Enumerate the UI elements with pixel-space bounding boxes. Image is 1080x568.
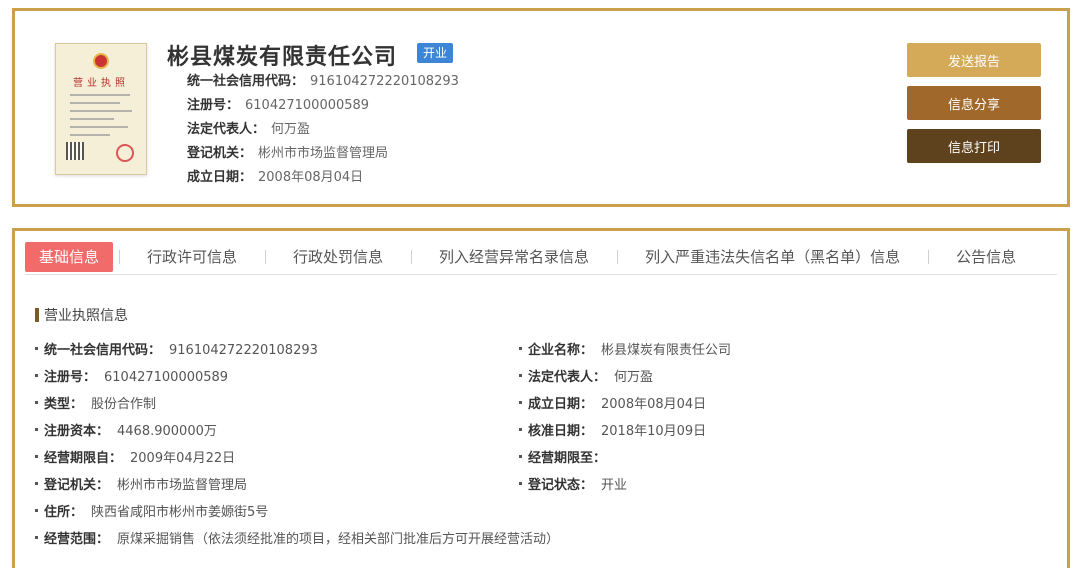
summary-legal-rep: 法定代表人： 何万盈 (187, 122, 311, 137)
tab-blacklist[interactable]: 列入严重违法失信名单（黑名单）信息 (617, 242, 928, 272)
field-period-from: 经营期限自： 2009年04月22日 (35, 450, 235, 468)
field-type: 类型： 股份合作制 (35, 396, 156, 414)
field-reg-status: 登记状态： 开业 (519, 477, 627, 495)
field-capital: 注册资本： 4468.900000万 (35, 423, 217, 441)
official-seal-icon (116, 144, 134, 162)
qr-code-icon (66, 142, 84, 160)
summary-reg-no: 注册号： 610427100000589 (187, 98, 370, 113)
field-legal-rep: 法定代表人： 何万盈 (519, 369, 653, 387)
field-reg-no: 注册号： 610427100000589 (35, 369, 228, 387)
tab-basic-info[interactable]: 基础信息 (25, 241, 114, 272)
national-emblem-icon (93, 53, 109, 69)
business-license-image[interactable]: 营业执照 (55, 43, 147, 175)
company-name: 彬县煤炭有限责任公司 (167, 45, 398, 70)
tab-announcements[interactable]: 公告信息 (928, 242, 1044, 272)
field-scope: 经营范围： 原煤采掘销售（依法须经批准的项目，经相关部门批准后方可开展经营活动） (35, 531, 559, 549)
field-period-to: 经营期限至： (519, 450, 614, 468)
detail-panel: 基础信息 行政许可信息 行政处罚信息 列入经营异常名录信息 列入严重违法失信名单… (12, 228, 1070, 568)
tab-admin-license[interactable]: 行政许可信息 (119, 242, 265, 272)
field-founded: 成立日期： 2008年08月04日 (519, 396, 706, 414)
license-image-title: 营业执照 (73, 78, 129, 89)
field-authority: 登记机关： 彬州市市场监督管理局 (35, 477, 247, 495)
share-info-button[interactable]: 信息分享 (907, 86, 1041, 120)
field-approved: 核准日期： 2018年10月09日 (519, 423, 706, 441)
summary-founded: 成立日期： 2008年08月04日 (187, 170, 364, 185)
section-title: 营业执照信息 (35, 305, 128, 325)
print-info-button[interactable]: 信息打印 (907, 129, 1041, 163)
field-address: 住所： 陕西省咸阳市彬州市姜嫄街5号 (35, 504, 268, 522)
tab-admin-penalty[interactable]: 行政处罚信息 (265, 242, 411, 272)
field-company-name: 企业名称： 彬县煤炭有限责任公司 (519, 342, 731, 360)
tab-abnormal-list[interactable]: 列入经营异常名录信息 (411, 242, 617, 272)
send-report-button[interactable]: 发送报告 (907, 43, 1041, 77)
summary-authority: 登记机关： 彬州市市场监督管理局 (187, 146, 389, 161)
section-marker (35, 308, 39, 322)
summary-credit-code: 统一社会信用代码： 916104272220108293 (187, 74, 459, 89)
company-header-card: 营业执照 彬县煤炭有限责任公司 开业 统一社会信用代码： 916104272220… (12, 8, 1070, 207)
status-badge: 开业 (417, 43, 454, 63)
info-tabs: 基础信息 行政许可信息 行政处罚信息 列入经营异常名录信息 列入严重违法失信名单… (25, 239, 1057, 275)
field-credit-code: 统一社会信用代码： 916104272220108293 (35, 342, 318, 360)
